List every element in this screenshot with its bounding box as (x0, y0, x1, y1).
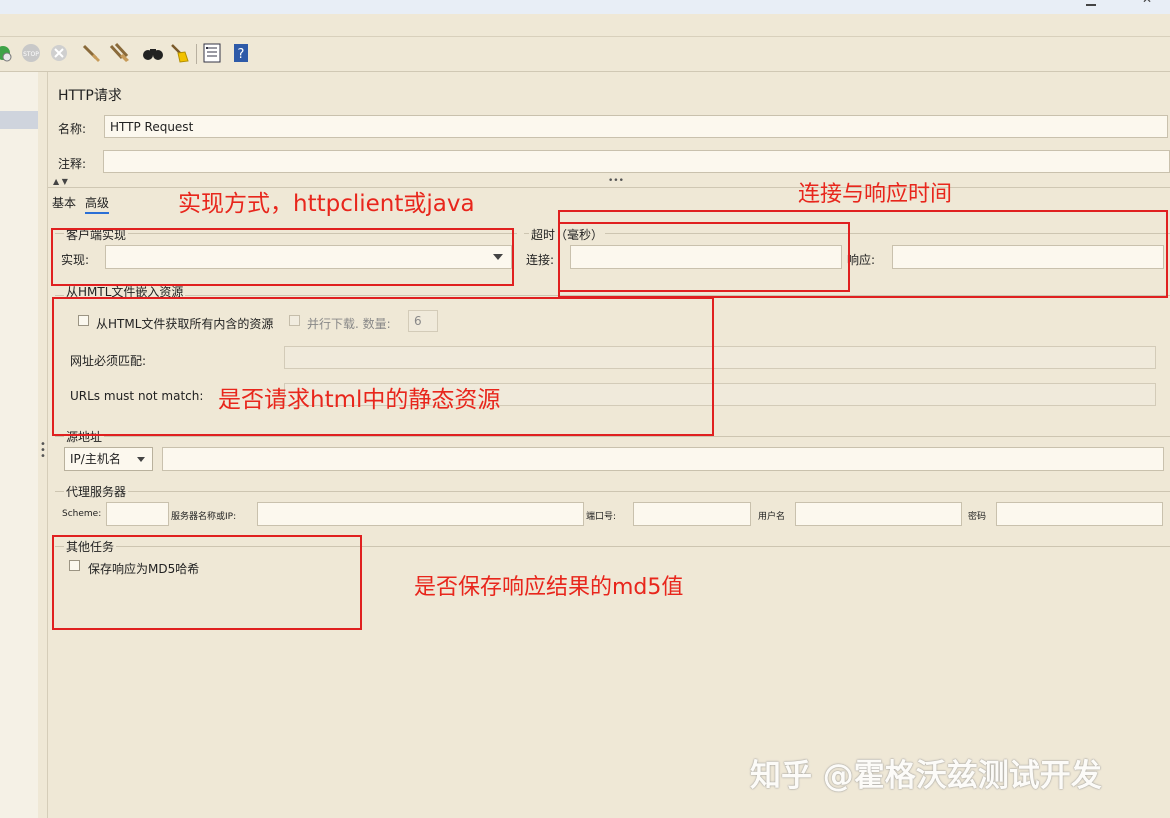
shutdown-icon[interactable] (48, 42, 70, 64)
proxy-password-input[interactable] (996, 502, 1163, 526)
clear-all-icon[interactable] (108, 42, 130, 64)
proxy-label: 代理服务器 (64, 483, 129, 500)
menu-strip (0, 14, 1170, 37)
name-input[interactable]: HTTP Request (104, 115, 1168, 138)
proxy-scheme-input[interactable] (106, 502, 169, 526)
proxy-port-label: 端口号: (586, 512, 617, 522)
svg-text:?: ? (238, 47, 245, 62)
comment-label: 注释: (58, 157, 87, 171)
proxy-port-input[interactable] (633, 502, 751, 526)
clear-icon[interactable] (80, 42, 102, 64)
connect-label: 连接: (526, 253, 555, 267)
collapse-arrows-icon[interactable]: ▲ ▼ (53, 177, 68, 186)
scheme-label: Scheme: (62, 509, 102, 519)
annotation-md5-text: 是否保存响应结果的md5值 (414, 575, 684, 600)
tree-selected-item[interactable] (0, 111, 38, 129)
proxy-password-label: 密码 (968, 512, 987, 522)
window-title-bar (0, 0, 1170, 14)
svg-text:STOP: STOP (23, 51, 39, 58)
source-section (55, 436, 1170, 437)
annotation-box-md5 (52, 535, 362, 630)
annotation-impl-text: 实现方式，httpclient或java (178, 191, 475, 217)
window-control-close-icon[interactable]: ✕ (1142, 0, 1152, 6)
proxy-server-input[interactable] (257, 502, 584, 526)
proxy-user-label: 用户名 (758, 512, 786, 522)
function-helper-list-icon[interactable] (201, 42, 223, 64)
search-binoculars-icon[interactable] (141, 42, 163, 64)
annotation-static-text: 是否请求html中的静态资源 (218, 387, 501, 413)
watermark: 知乎 @霍格沃兹测试开发 (750, 758, 1102, 794)
source-address-input[interactable] (162, 447, 1164, 471)
annotation-box-timeout-outer (558, 210, 1168, 298)
stop-icon[interactable]: STOP (20, 42, 42, 64)
panel-title: HTTP请求 (58, 88, 122, 104)
tab-basic[interactable]: 基本 (52, 194, 76, 211)
run-no-pause-icon[interactable] (0, 42, 14, 64)
proxy-section (55, 491, 1170, 492)
help-icon[interactable]: ? (230, 42, 252, 64)
divider-handle-icon[interactable]: ••• (608, 176, 624, 186)
chevron-down-icon (137, 457, 145, 462)
name-input-value: HTTP Request (110, 120, 194, 134)
proxy-server-label: 服务器名称或IP: (171, 512, 237, 522)
name-label: 名称: (58, 122, 87, 136)
splitter-handle[interactable]: • • • (40, 440, 46, 462)
toolbar-separator (196, 44, 197, 64)
window-control-minimize[interactable] (1086, 0, 1096, 6)
reset-search-broom-icon[interactable] (168, 42, 190, 64)
source-type-select[interactable]: IP/主机名 (64, 447, 153, 471)
annotation-box-impl (51, 228, 514, 286)
annotation-timeout-text: 连接与响应时间 (798, 182, 953, 207)
proxy-user-input[interactable] (795, 502, 962, 526)
test-plan-tree[interactable] (0, 72, 39, 818)
comment-input[interactable] (103, 150, 1170, 173)
annotation-box-static (52, 297, 714, 436)
tab-advanced[interactable]: 高级 (85, 194, 110, 214)
